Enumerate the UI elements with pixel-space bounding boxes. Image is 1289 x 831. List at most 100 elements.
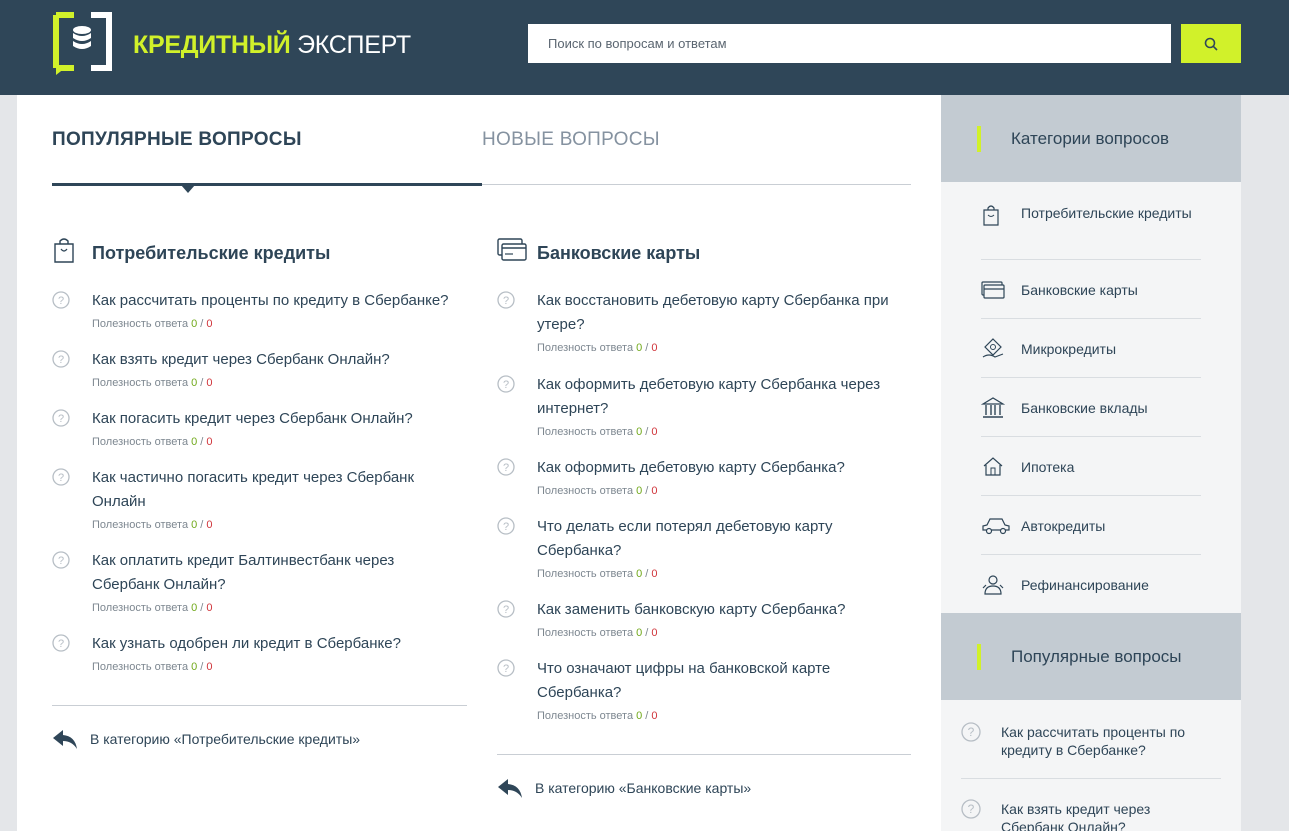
usefulness-label: Полезность ответа [537, 426, 634, 438]
active-tab-indicator [52, 183, 482, 186]
brand-name-part2: ЭКСПЕРТ [297, 31, 411, 59]
question-circle-icon: ? [497, 517, 515, 535]
sidebar-item-label: Банковские карты [1021, 282, 1138, 298]
svg-text:?: ? [503, 462, 509, 474]
sidebar-item-microcredits[interactable]: Микрокредиты [981, 338, 1201, 363]
tab-popular-questions[interactable]: ПОПУЛЯРНЫЕ ВОПРОСЫ [52, 128, 302, 152]
bank-building-icon [981, 397, 1005, 418]
usefulness-negative: 0 [206, 318, 213, 330]
logo-icon[interactable] [52, 11, 113, 75]
svg-text:?: ? [58, 555, 64, 567]
question-usefulness: Полезность ответа 0 / 0 [537, 485, 658, 497]
back-link-label: В категорию «Банковские карты» [535, 780, 752, 796]
question-link[interactable]: Что означают цифры на банковской карте С… [537, 657, 867, 705]
search-icon [1204, 37, 1218, 51]
question-circle-icon: ? [497, 458, 515, 476]
usefulness-negative: 0 [651, 426, 658, 438]
usefulness-label: Полезность ответа [92, 661, 189, 673]
sidebar-popular-header: Популярные вопросы [941, 613, 1241, 700]
svg-text:?: ? [503, 521, 509, 533]
sidebar-item-label: Рефинансирование [1021, 577, 1149, 593]
refinance-person-icon [982, 575, 1004, 595]
sidebar-question-label: Как рассчитать проценты по кредиту в Сбе… [1001, 724, 1186, 758]
question-link[interactable]: Как заменить банковскую карту Сбербанка? [537, 598, 907, 622]
question-link[interactable]: Как оформить дебетовую карту Сбербанка ч… [537, 373, 897, 421]
usefulness-label: Полезность ответа [537, 568, 634, 580]
question-circle-icon: ? [52, 350, 70, 368]
usefulness-negative: 0 [206, 661, 213, 673]
shopping-bag-icon [983, 205, 999, 226]
question-link[interactable]: Что делать если потерял дебетовую карту … [537, 515, 867, 563]
sidebar-divider [981, 377, 1201, 378]
question-circle-icon: ? [52, 409, 70, 427]
question-link[interactable]: Как частично погасить кредит через Сберб… [92, 466, 442, 514]
usefulness-label: Полезность ответа [537, 342, 634, 354]
svg-text:?: ? [58, 638, 64, 650]
column-title-consumer-loans[interactable]: Потребительские кредиты [92, 241, 330, 265]
usefulness-negative: 0 [651, 627, 658, 639]
usefulness-label: Полезность ответа [92, 318, 189, 330]
accent-bar [977, 644, 981, 670]
usefulness-label: Полезность ответа [92, 602, 189, 614]
usefulness-label: Полезность ответа [92, 377, 189, 389]
question-circle-icon: ? [52, 634, 70, 652]
question-usefulness: Полезность ответа 0 / 0 [537, 426, 658, 438]
money-hand-icon [982, 338, 1004, 358]
question-circle-icon: ? [52, 551, 70, 569]
back-to-category-link[interactable]: В категорию «Банковские карты» [497, 777, 751, 799]
sidebar-item-bank-deposits[interactable]: Банковские вклады [981, 397, 1201, 422]
question-link[interactable]: Как взять кредит через Сбербанк Онлайн? [92, 348, 462, 372]
question-usefulness: Полезность ответа 0 / 0 [92, 661, 213, 673]
question-circle-icon: ? [497, 375, 515, 393]
question-usefulness: Полезность ответа 0 / 0 [92, 519, 213, 531]
car-icon [982, 518, 1010, 535]
sidebar-item-label: Микрокредиты [1021, 341, 1117, 357]
search-input[interactable] [528, 24, 1171, 63]
sidebar-item-mortgage[interactable]: Ипотека [981, 457, 1201, 481]
sidebar-divider [981, 495, 1201, 496]
question-link[interactable]: Как восстановить дебетовую карту Сбербан… [537, 289, 907, 337]
sidebar-item-label: Ипотека [1021, 459, 1075, 475]
search-button[interactable] [1181, 24, 1241, 63]
usefulness-negative: 0 [651, 342, 658, 354]
sidebar-item-label: Банковские вклады [1021, 400, 1148, 416]
column-title-bank-cards[interactable]: Банковские карты [537, 241, 700, 265]
question-link[interactable]: Как оформить дебетовую карту Сбербанка? [537, 456, 907, 480]
question-usefulness: Полезность ответа 0 / 0 [92, 377, 213, 389]
svg-text:?: ? [58, 295, 64, 307]
usefulness-label: Полезность ответа [92, 519, 189, 531]
sidebar-popular-list: ? Как рассчитать проценты по кредиту в С… [941, 700, 1241, 831]
svg-text:?: ? [503, 379, 509, 391]
sidebar-categories-title: Категории вопросов [1011, 129, 1170, 148]
usefulness-negative: 0 [206, 602, 213, 614]
column-divider [497, 754, 911, 755]
house-icon [983, 457, 1003, 476]
sidebar-item-auto-loans[interactable]: Автокредиты [981, 516, 1201, 540]
credit-card-icon [497, 238, 527, 261]
question-usefulness: Полезность ответа 0 / 0 [537, 342, 658, 354]
question-link[interactable]: Как оплатить кредит Балтинвестбанк через… [92, 549, 432, 597]
question-circle-icon: ? [497, 659, 515, 677]
sidebar-popular-question[interactable]: ? Как взять кредит через Сбербанк Онлайн… [961, 799, 1221, 831]
sidebar-question-label: Как взять кредит через Сбербанк Онлайн? [1001, 801, 1151, 831]
tab-new-questions[interactable]: НОВЫЕ ВОПРОСЫ [482, 128, 660, 152]
sidebar-item-bank-cards[interactable]: Банковские карты [981, 280, 1201, 304]
question-circle-icon: ? [961, 799, 981, 819]
svg-text:?: ? [503, 604, 509, 616]
usefulness-negative: 0 [651, 485, 658, 497]
sidebar-divider [981, 554, 1201, 555]
question-link[interactable]: Как рассчитать проценты по кредиту в Сбе… [92, 289, 462, 313]
question-usefulness: Полезность ответа 0 / 0 [537, 627, 658, 639]
question-link[interactable]: Как узнать одобрен ли кредит в Сбербанке… [92, 632, 462, 656]
sidebar-item-refinancing[interactable]: Рефинансирование [981, 575, 1201, 599]
usefulness-negative: 0 [651, 710, 658, 722]
question-link[interactable]: Как погасить кредит через Сбербанк Онлай… [92, 407, 462, 431]
svg-text:?: ? [58, 354, 64, 366]
back-to-category-link[interactable]: В категорию «Потребительские кредиты» [52, 728, 360, 750]
brand-logo-text[interactable]: КРЕДИТНЫЙ ЭКСПЕРТ [133, 31, 411, 59]
brand-name-part1: КРЕДИТНЫЙ [133, 31, 291, 59]
sidebar-popular-question[interactable]: ? Как рассчитать проценты по кредиту в С… [961, 722, 1221, 762]
sidebar-item-consumer-loans[interactable]: Потребительские кредиты [981, 203, 1201, 243]
sidebar-divider [961, 778, 1221, 779]
sidebar-categories-list: Потребительские кредиты Банковские карты… [941, 182, 1241, 613]
